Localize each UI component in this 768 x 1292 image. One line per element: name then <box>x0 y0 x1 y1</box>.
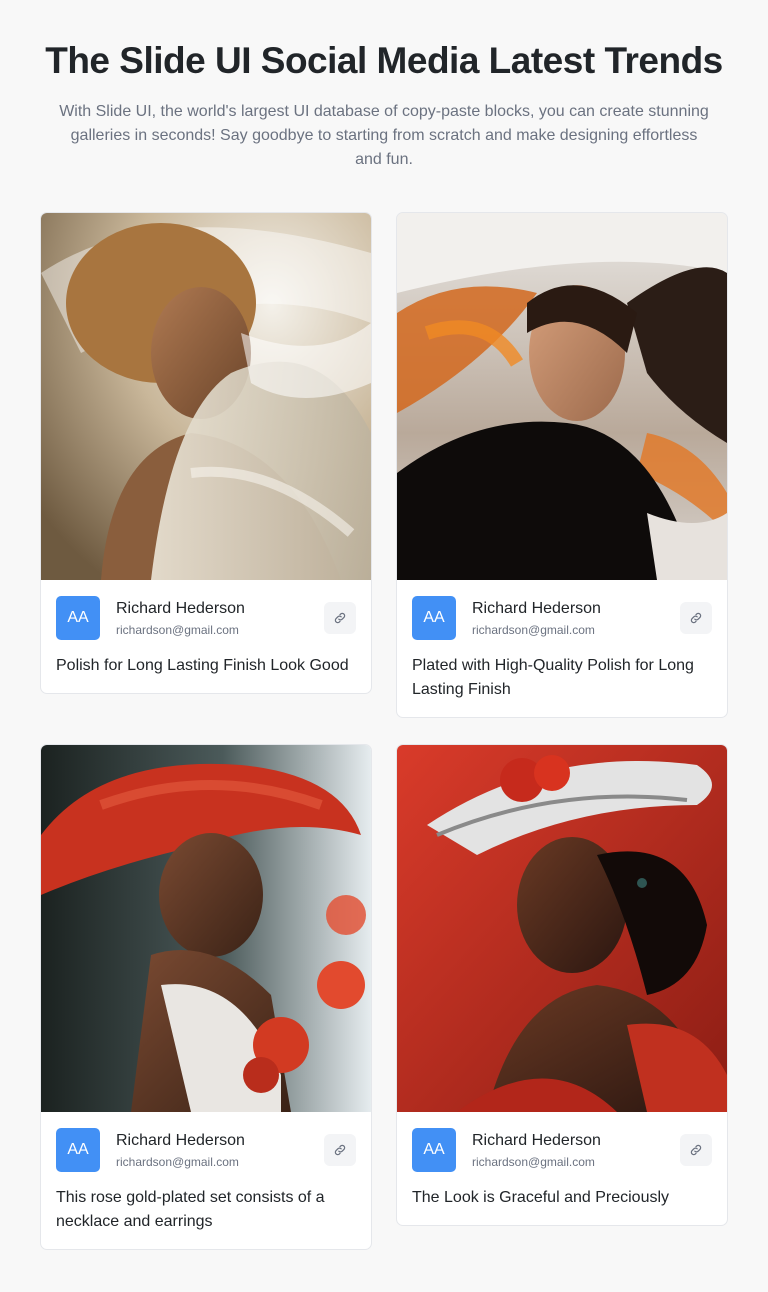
card-caption: Polish for Long Lasting Finish Look Good <box>56 657 349 674</box>
card-image[interactable] <box>397 213 727 580</box>
author-name[interactable]: Richard Hederson <box>472 1131 680 1151</box>
card-caption: Plated with High-Quality Polish for Long… <box>412 657 694 698</box>
author-name[interactable]: Richard Hederson <box>116 599 324 619</box>
copy-link-button[interactable] <box>680 602 712 634</box>
gallery-card[interactable]: AA Richard Hederson richardson@gmail.com… <box>40 744 372 1250</box>
avatar[interactable]: AA <box>412 596 456 640</box>
gallery-card[interactable]: AA Richard Hederson richardson@gmail.com… <box>396 212 728 718</box>
card-caption: This rose gold-plated set consists of a … <box>56 1189 325 1230</box>
gallery-card[interactable]: AA Richard Hederson richardson@gmail.com… <box>396 744 728 1226</box>
author-row: AA Richard Hederson richardson@gmail.com <box>56 1128 356 1172</box>
author-email: richardson@gmail.com <box>116 1154 239 1169</box>
copy-link-button[interactable] <box>680 1134 712 1166</box>
author-name[interactable]: Richard Hederson <box>116 1131 324 1151</box>
copy-link-button[interactable] <box>324 1134 356 1166</box>
card-caption: The Look is Graceful and Preciously <box>412 1189 670 1206</box>
card-photo-2 <box>397 213 727 580</box>
gallery-page: The Slide UI Social Media Latest Trends … <box>0 0 768 1292</box>
link-icon <box>334 1144 346 1156</box>
link-icon <box>334 612 346 624</box>
author-name[interactable]: Richard Hederson <box>472 599 680 619</box>
avatar[interactable]: AA <box>412 1128 456 1172</box>
copy-link-button[interactable] <box>324 602 356 634</box>
link-icon <box>690 1144 702 1156</box>
card-image[interactable] <box>397 745 727 1112</box>
card-image[interactable] <box>41 213 371 580</box>
link-icon <box>690 612 702 624</box>
author-email: richardson@gmail.com <box>116 622 239 637</box>
page-title: The Slide UI Social Media Latest Trends <box>45 40 723 81</box>
avatar[interactable]: AA <box>56 1128 100 1172</box>
avatar[interactable]: AA <box>56 596 100 640</box>
author-row: AA Richard Hederson richardson@gmail.com <box>412 1128 712 1172</box>
card-photo-4 <box>397 745 727 1112</box>
card-photo-3 <box>41 745 371 1112</box>
author-email: richardson@gmail.com <box>472 622 595 637</box>
author-row: AA Richard Hederson richardson@gmail.com <box>412 596 712 640</box>
card-photo-1 <box>41 213 371 580</box>
gallery-card[interactable]: AA Richard Hederson richardson@gmail.com… <box>40 212 372 694</box>
author-email: richardson@gmail.com <box>472 1154 595 1169</box>
page-subtitle: With Slide UI, the world's largest UI da… <box>59 103 709 168</box>
card-image[interactable] <box>41 745 371 1112</box>
author-row: AA Richard Hederson richardson@gmail.com <box>56 596 356 640</box>
